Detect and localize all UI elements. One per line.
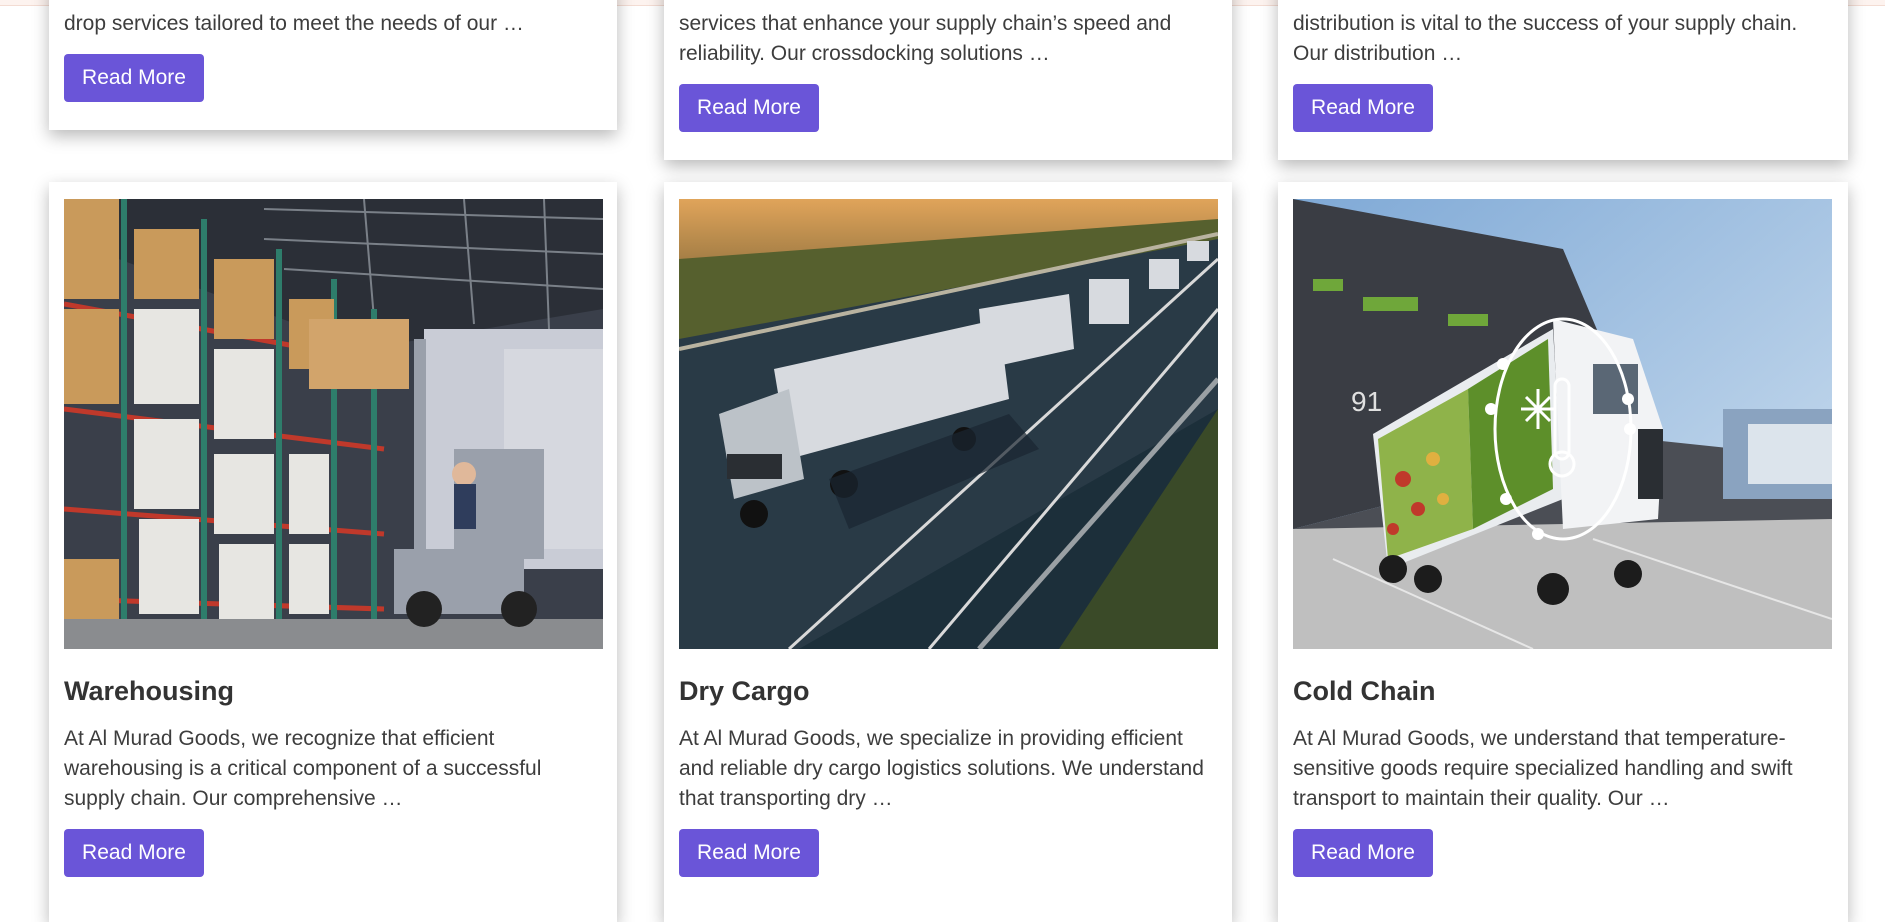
card-excerpt: services that enhance your supply chain’… — [679, 12, 1172, 65]
card-title: Cold Chain — [1293, 676, 1436, 706]
read-more-button[interactable]: Read More — [1293, 829, 1433, 877]
service-card-dry-cargo: Dry Cargo At Al Murad Goods, we speciali… — [664, 182, 1232, 922]
card-excerpt: distribution is vital to the success of … — [1293, 12, 1798, 65]
read-more-button[interactable]: Read More — [1293, 84, 1433, 132]
card-excerpt: At Al Murad Goods, we specialize in prov… — [679, 727, 1204, 810]
card-excerpt: drop services tailored to meet the needs… — [64, 12, 524, 35]
highway-trucks-image[interactable] — [679, 199, 1218, 649]
service-card-cold-chain: 91 Cold Chain At Al Murad Goods, we unde… — [1278, 182, 1848, 922]
service-card-top-3: distribution is vital to the success of … — [1278, 0, 1848, 160]
read-more-button[interactable]: Read More — [64, 54, 204, 102]
read-more-button[interactable]: Read More — [679, 84, 819, 132]
service-card-warehousing: Warehousing At Al Murad Goods, we recogn… — [49, 182, 617, 922]
service-card-top-2: services that enhance your supply chain’… — [664, 0, 1232, 160]
read-more-button[interactable]: Read More — [64, 829, 204, 877]
card-title: Warehousing — [64, 676, 235, 706]
building-number-text: 91 — [1351, 386, 1382, 417]
read-more-button[interactable]: Read More — [679, 829, 819, 877]
card-title: Dry Cargo — [679, 676, 810, 706]
card-excerpt: At Al Murad Goods, we understand that te… — [1293, 727, 1793, 810]
service-card-top-1: drop services tailored to meet the needs… — [49, 0, 617, 130]
card-excerpt: At Al Murad Goods, we recognize that eff… — [64, 727, 542, 810]
warehouse-forklift-image[interactable] — [64, 199, 603, 649]
refrigerated-truck-image[interactable]: 91 — [1293, 199, 1832, 649]
